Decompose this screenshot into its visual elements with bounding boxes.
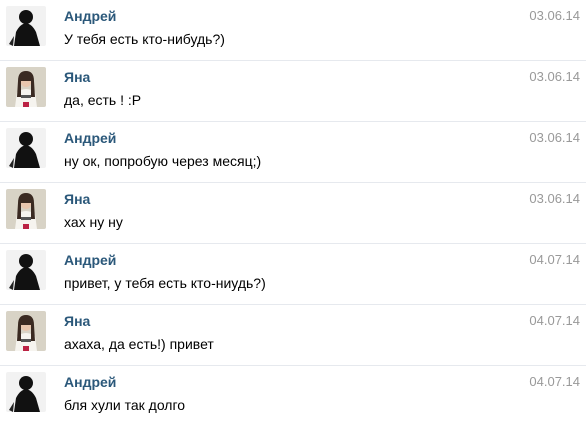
avatar-andrey[interactable] [6, 6, 46, 46]
message-item: Яна 03.06.14 хах ну ну [0, 183, 586, 244]
avatar-yana[interactable] [6, 189, 46, 229]
message-date: 03.06.14 [529, 8, 580, 23]
avatar-andrey[interactable] [6, 250, 46, 290]
message-item: Яна 04.07.14 ахаха, да есть!) привет [0, 305, 586, 366]
author-name[interactable]: Яна [64, 313, 90, 329]
message-item: Андрей 03.06.14 ну ок, попробую через ме… [0, 122, 586, 183]
message-item: Андрей 04.07.14 привет, у тебя есть кто-… [0, 244, 586, 305]
message-text: ну ок, попробую через месяц;) [64, 153, 262, 169]
message-text: привет, у тебя есть кто-ниудь?) [64, 275, 266, 291]
avatar-andrey[interactable] [6, 372, 46, 412]
author-name[interactable]: Андрей [64, 130, 116, 146]
message-date: 03.06.14 [529, 191, 580, 206]
message-item: Андрей 03.06.14 У тебя есть кто-нибудь?) [0, 0, 586, 61]
author-name[interactable]: Яна [64, 191, 90, 207]
message-text: хах ну ну [64, 214, 123, 230]
message-text: ахаха, да есть!) привет [64, 336, 214, 352]
avatar-yana[interactable] [6, 67, 46, 107]
message-item: Яна 03.06.14 да, есть ! :P [0, 61, 586, 122]
message-item: Андрей 04.07.14 бля хули так долго [0, 366, 586, 427]
avatar-andrey[interactable] [6, 128, 46, 168]
author-name[interactable]: Андрей [64, 252, 116, 268]
message-date: 04.07.14 [529, 313, 580, 328]
message-date: 04.07.14 [529, 252, 580, 267]
author-name[interactable]: Яна [64, 69, 90, 85]
message-date: 03.06.14 [529, 130, 580, 145]
avatar-yana[interactable] [6, 311, 46, 351]
message-text: бля хули так долго [64, 397, 186, 413]
message-date: 03.06.14 [529, 69, 580, 84]
author-name[interactable]: Андрей [64, 8, 116, 24]
author-name[interactable]: Андрей [64, 374, 116, 390]
message-date: 04.07.14 [529, 374, 580, 389]
message-text: да, есть ! :P [64, 92, 142, 108]
message-text: У тебя есть кто-нибудь?) [64, 31, 225, 47]
